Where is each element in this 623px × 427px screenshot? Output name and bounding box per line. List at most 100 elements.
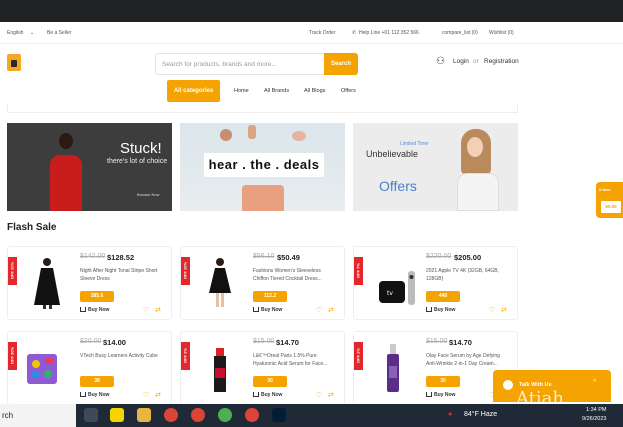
old-price: $56.10	[253, 253, 275, 260]
task-view-icon[interactable]	[84, 408, 98, 422]
banner-deals-text: hear . the . deals	[204, 153, 324, 177]
compare-icon[interactable]: ⇄	[328, 391, 334, 399]
product-card[interactable]: OFF 2% $15.00 $14.70 L&€™Oreal Paris 1.5…	[180, 331, 345, 405]
cart-icon	[253, 307, 259, 313]
store-logo[interactable]	[7, 54, 21, 71]
product-card[interactable]: OFF 10% $142.00 $128.52 Night After Nigh…	[7, 246, 172, 320]
discount-badge: OFF 2%	[181, 342, 190, 370]
login-link[interactable]: Login	[453, 58, 469, 65]
chrome-icon[interactable]	[218, 408, 232, 422]
track-order-link[interactable]: Track Order	[309, 30, 335, 36]
product-name[interactable]: Night After Night Tonal Stripe Short Sle…	[80, 267, 162, 287]
nav-home[interactable]: Home	[234, 88, 249, 94]
file-explorer-icon[interactable]	[137, 408, 151, 422]
chrome-icon[interactable]	[245, 408, 259, 422]
sale-price: $205.00	[454, 253, 482, 262]
buy-now-button[interactable]: Buy Now	[80, 392, 109, 398]
cart-icon	[426, 307, 432, 313]
compare-icon[interactable]: ⇄	[155, 306, 161, 314]
product-name[interactable]: L&€™Oreal Paris 1.5% Pure Hyaluronic Aci…	[253, 352, 335, 372]
product-name[interactable]: Fashions Women's Sleeveless Chiffon Tier…	[253, 267, 335, 287]
photoshop-icon[interactable]	[272, 408, 286, 422]
old-price: $15.00	[426, 338, 448, 345]
user-icon[interactable]: ⚇	[436, 56, 445, 67]
banner-offers[interactable]: Limited Time Unbelievable Offers	[353, 123, 518, 211]
sticky-notes-icon[interactable]	[110, 408, 124, 422]
nav-all-blogs[interactable]: All Blogs	[304, 88, 325, 94]
chevron-up-icon[interactable]: ^	[593, 379, 596, 386]
product-name[interactable]: Olay Face Serum by Age Defying Anti-Wrin…	[426, 352, 508, 372]
offers-text: Offers	[379, 178, 417, 194]
cart-total: $0.00	[601, 201, 621, 213]
chevron-down-icon: ⌄	[30, 30, 35, 36]
old-price: $220.00	[426, 253, 452, 260]
product-image	[214, 348, 226, 392]
search-input[interactable]: Search for products, brands and more...	[155, 53, 325, 75]
buy-now-button[interactable]: Buy Now	[426, 307, 455, 313]
helpline-text: Help Line +01 112 352 566	[359, 30, 419, 36]
wishlist-heart-icon[interactable]: ♡	[489, 306, 495, 314]
taskbar-search[interactable]: rch	[0, 404, 76, 427]
compare-list-link[interactable]: compare_list (0)	[442, 30, 478, 36]
product-name[interactable]: 2021 Apple TV 4K (32GB, 64GB, 128GB)	[426, 267, 508, 287]
product-card[interactable]: OFF 7% tv $220.00 $205.00 2021 Apple TV …	[353, 246, 518, 320]
buy-now-button[interactable]: Buy Now	[253, 307, 282, 313]
cart-item-count: 0 Item	[599, 187, 611, 192]
product-image	[387, 344, 399, 392]
language-selector[interactable]: English	[7, 30, 23, 36]
weather-icon: ●	[448, 411, 453, 418]
product-image	[209, 258, 231, 307]
browser-toolbar	[0, 0, 623, 22]
compare-icon[interactable]: ⇄	[501, 306, 507, 314]
wishlist-heart-icon[interactable]: ♡	[316, 391, 322, 399]
weather-text[interactable]: 84°F Haze	[464, 411, 497, 418]
product-card[interactable]: OFF 10% $56.10 $50.49 Fashions Women's S…	[180, 246, 345, 320]
banner-deals[interactable]: hear . the . deals	[180, 123, 345, 211]
sale-price: $14.70	[449, 338, 472, 347]
compare-icon[interactable]: ⇄	[328, 306, 334, 314]
buy-now-button[interactable]: Buy Now	[80, 307, 109, 313]
product-name[interactable]: VTech Busy Learners Activity Cube	[80, 352, 162, 372]
product-image: tv	[379, 271, 415, 305]
wishlist-heart-icon[interactable]: ♡	[316, 306, 322, 314]
cosmetic-bag-image	[242, 185, 284, 211]
svg-text:tv: tv	[387, 290, 393, 297]
wishlist-link[interactable]: Wishlist (0)	[489, 30, 514, 36]
model-image	[453, 129, 503, 211]
sale-price: $14.70	[276, 338, 299, 347]
compare-icon[interactable]: ⇄	[155, 391, 161, 399]
discount-badge: OFF 10%	[181, 257, 190, 285]
search-button[interactable]: Search	[324, 53, 358, 75]
nav-offers[interactable]: Offers	[341, 88, 356, 94]
product-card[interactable]: OFF 30% $20.00 $14.00 VTech Busy Learner…	[7, 331, 172, 405]
wishlist-heart-icon[interactable]: ♡	[143, 391, 149, 399]
cart-icon	[80, 307, 86, 313]
product-image	[27, 354, 57, 384]
phone-icon: ✆	[352, 30, 357, 36]
nav-all-brands[interactable]: All Brands	[264, 88, 289, 94]
old-price: $20.00	[80, 338, 102, 345]
registration-link[interactable]: Registration	[484, 58, 519, 65]
category-panel-edge	[7, 104, 518, 113]
main-nav: All categories Home All Brands All Blogs…	[0, 80, 623, 102]
points-badge: 440	[426, 291, 460, 302]
or-text: or	[473, 58, 479, 65]
banner-headline: Stuck!	[120, 140, 162, 157]
all-categories-button[interactable]: All categories	[167, 80, 220, 102]
top-utility-bar: English ⌄ Be a Seller Track Order ✆ Help…	[0, 22, 623, 44]
banner-stuck[interactable]: Stuck! there's lot of choice Browse Now	[7, 123, 172, 211]
product-image	[34, 258, 60, 309]
browse-now-link[interactable]: Browse Now	[137, 192, 159, 197]
chrome-icon[interactable]	[191, 408, 205, 422]
wishlist-heart-icon[interactable]: ♡	[143, 306, 149, 314]
points-badge: 285.6	[80, 291, 114, 302]
system-clock[interactable]: 1:34 PM 9/26/2023	[582, 406, 606, 424]
discount-badge: OFF 7%	[354, 257, 363, 285]
chrome-icon[interactable]	[164, 408, 178, 422]
unbelievable-text: Unbelievable	[366, 149, 419, 159]
be-seller-link[interactable]: Be a Seller	[47, 30, 71, 36]
points-badge: 112.2	[253, 291, 287, 302]
mini-cart-widget[interactable]: 0 Item $0.00	[596, 182, 623, 218]
buy-now-button[interactable]: Buy Now	[253, 392, 282, 398]
buy-now-button[interactable]: Buy Now	[426, 392, 455, 398]
